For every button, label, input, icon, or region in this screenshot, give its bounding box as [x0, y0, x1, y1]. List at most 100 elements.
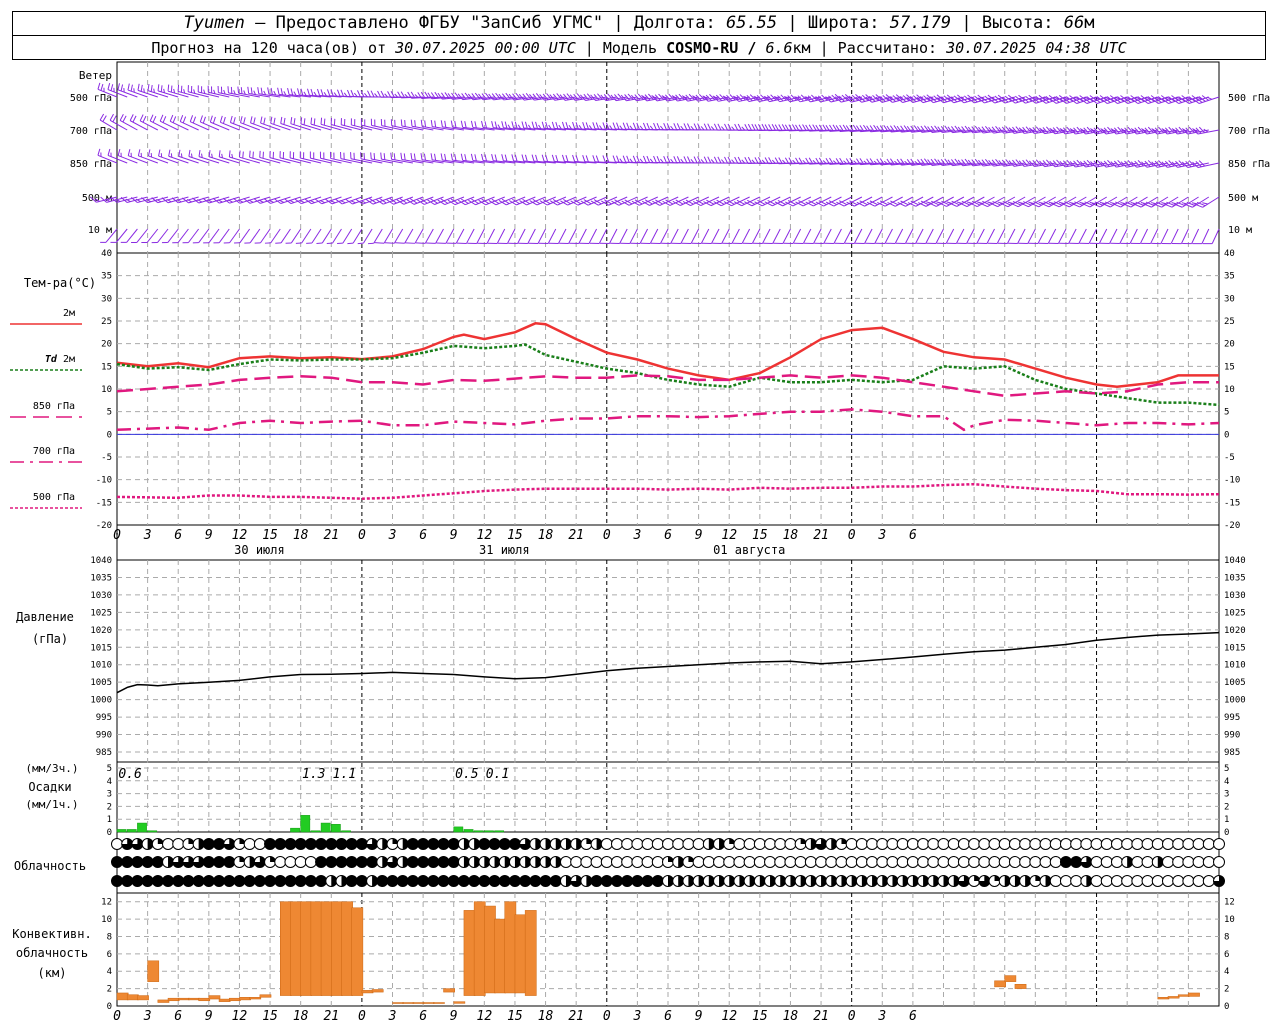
cloud-symbol-fill	[438, 875, 450, 887]
cloud-symbol	[886, 856, 899, 868]
wind-barb-staff	[466, 228, 475, 244]
wind-barb-staff	[588, 228, 598, 244]
cloud-symbol	[274, 838, 287, 850]
wind-barb-feather	[481, 120, 484, 128]
time-tick-label: 18	[538, 528, 554, 543]
wind-barb-feather	[642, 122, 647, 130]
wind-level-label-right: 500 м	[1228, 193, 1258, 204]
cloud-symbol-fill	[111, 875, 123, 887]
cloud-symbol	[998, 838, 1011, 850]
cloud-symbol-outline	[559, 856, 572, 868]
wind-barb-staff	[157, 228, 169, 243]
wind-barb-staff	[290, 228, 302, 244]
wind-barb-feather	[575, 155, 579, 162]
wind-barb-staff	[486, 228, 495, 244]
cloud-symbol	[315, 875, 328, 887]
wind-barb-feather	[340, 200, 346, 204]
cloud-symbol-outline	[784, 856, 797, 868]
cloud-symbol	[896, 875, 909, 887]
cloud-symbol	[1182, 838, 1195, 850]
cloud-symbol-outline	[631, 856, 644, 868]
wind-barb-feather	[109, 113, 114, 121]
cloud-symbol	[498, 856, 511, 868]
wind-barb-feather	[464, 121, 467, 128]
cloud-symbol	[1080, 875, 1093, 887]
cloud-symbol	[610, 856, 623, 868]
cloud-symbol	[978, 856, 991, 868]
time-tick-label-bottom: 12	[232, 1009, 248, 1024]
pressure-tick-label-right: 1000	[1224, 696, 1246, 706]
wind-barb-feather	[656, 122, 661, 130]
wind-barb-staff	[517, 228, 526, 244]
cloud-symbol-outline	[1100, 856, 1113, 868]
cloud-symbol	[621, 875, 634, 887]
cloud-symbol	[1049, 875, 1062, 887]
cloud-symbol	[192, 838, 205, 850]
wind-barb-feather	[149, 114, 154, 122]
cloud-symbol	[580, 856, 593, 868]
wind-barb-feather	[646, 155, 651, 163]
cloud-symbol-fill	[499, 838, 511, 850]
cloud-symbol-fill	[468, 875, 480, 887]
wind-barb-feather	[273, 117, 276, 125]
wind-barb-feather	[240, 116, 243, 123]
cloud-symbol-outline	[1049, 856, 1062, 868]
cloud-symbol	[243, 838, 256, 850]
pressure-tick-label-left: 1000	[90, 696, 112, 706]
cloud-symbol-fill	[519, 875, 531, 887]
temp-tick-label-right: 20	[1224, 340, 1235, 350]
cloud-symbol-outline	[1202, 875, 1215, 887]
wind-barb-feather	[555, 121, 559, 129]
cloud-symbol-outline	[1090, 856, 1103, 868]
cloud-symbol-fill	[315, 856, 327, 868]
pressure-tick-label-right: 1035	[1224, 573, 1246, 583]
cloud-symbol	[111, 838, 123, 850]
time-tick-label: 3	[388, 528, 397, 543]
wind-barb-feather	[290, 88, 294, 96]
cloud-symbol	[233, 838, 246, 850]
cloud-symbol	[151, 838, 164, 850]
conv-tick-label-left: 12	[101, 898, 112, 908]
precip-tick-label-left: 0	[107, 828, 112, 838]
wind-barb-feather	[683, 123, 688, 130]
cloud-symbol	[804, 856, 817, 868]
cloud-symbol	[662, 856, 674, 868]
wind-barb-feather	[687, 123, 691, 131]
cloud-symbol-outline	[631, 838, 644, 850]
cloud-symbol	[743, 856, 756, 868]
cloud-symbol	[1110, 838, 1123, 850]
conv-cloud-bar	[473, 901, 486, 996]
cloud-symbol	[988, 875, 1001, 887]
wind-barb-feather	[143, 88, 145, 93]
cloud-symbol	[386, 838, 399, 850]
time-tick-label-bottom: 21	[813, 1009, 829, 1024]
pressure-tick-label-left: 1030	[90, 591, 112, 601]
wind-barb-staff	[1088, 228, 1097, 244]
wind-barb-feather	[314, 198, 323, 205]
cloud-symbol	[539, 875, 552, 887]
cloud-symbol	[223, 856, 236, 868]
conv-cloud-bar	[249, 997, 262, 1000]
wind-barb-staff	[126, 228, 138, 243]
cloud-symbol	[1202, 856, 1215, 868]
wind-barb-staff	[455, 228, 465, 244]
cloud-symbol-outline	[896, 856, 909, 868]
cloud-symbol-outline	[1141, 838, 1154, 850]
wind-barb-feather	[524, 154, 528, 162]
wind-barb-feather	[724, 123, 729, 131]
cloud-symbol-fill	[529, 875, 541, 887]
conv-cloud-bar	[443, 988, 455, 993]
wind-barb-feather	[504, 154, 508, 162]
cloud-symbol	[213, 838, 226, 850]
cloud-symbol	[478, 838, 491, 850]
precip-bar	[116, 829, 127, 833]
cloud-symbol-outline	[610, 838, 623, 850]
cloud-symbol	[172, 838, 185, 850]
wind-barb-feather	[693, 123, 698, 131]
wind-barb-feather	[367, 90, 371, 98]
cloud-symbol	[1070, 856, 1083, 868]
wind-barb-feather	[336, 89, 341, 97]
time-tick-label-bottom: 18	[293, 1009, 309, 1024]
wind-barb-feather	[713, 156, 718, 164]
cloud-symbol	[294, 838, 307, 850]
